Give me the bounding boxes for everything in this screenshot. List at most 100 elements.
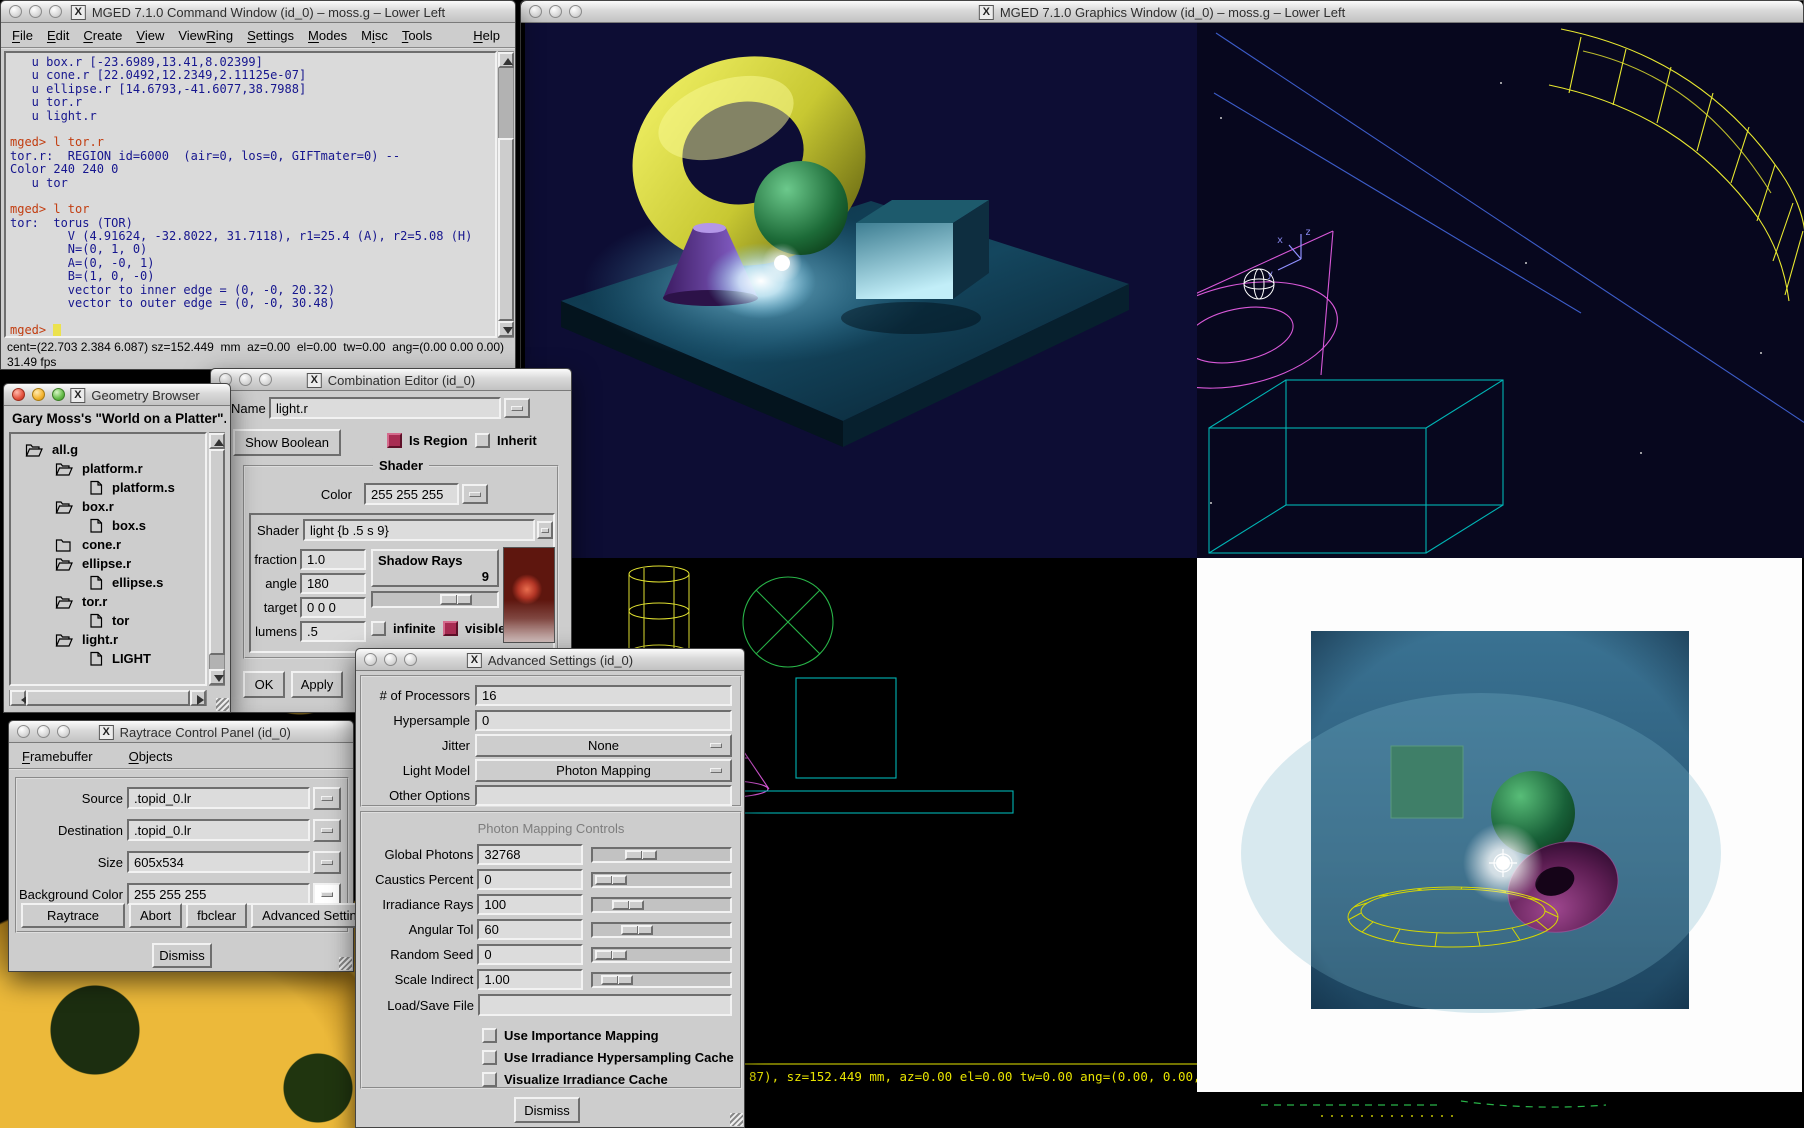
field-entry[interactable]: .topid_0.lr bbox=[127, 819, 310, 841]
menu-misc[interactable]: Misc bbox=[354, 28, 395, 43]
scroll-right-arrow[interactable] bbox=[190, 690, 206, 706]
field-entry[interactable]: 0 bbox=[477, 869, 582, 890]
infinite-checkbox[interactable]: infinite bbox=[371, 621, 436, 636]
is-region-checkbox[interactable]: Is Region bbox=[387, 433, 468, 448]
menu-tools[interactable]: Tools bbox=[395, 28, 439, 43]
scrollbar-thumb[interactable] bbox=[26, 690, 190, 706]
field-slider[interactable] bbox=[591, 922, 732, 938]
slider-thumb[interactable] bbox=[595, 875, 627, 885]
tree-item-platform-r[interactable]: platform.r bbox=[11, 459, 205, 478]
minimize-button[interactable] bbox=[239, 373, 252, 386]
scroll-down-arrow[interactable] bbox=[498, 321, 514, 337]
slider-thumb[interactable] bbox=[595, 950, 627, 960]
field-entry[interactable]: 255 255 255 bbox=[127, 883, 310, 905]
close-button[interactable] bbox=[17, 725, 30, 738]
field-entry[interactable]: 0 bbox=[475, 710, 732, 731]
menu-file[interactable]: File bbox=[5, 28, 40, 43]
field-entry[interactable]: 100 bbox=[477, 894, 582, 915]
scroll-up-arrow[interactable] bbox=[498, 52, 514, 68]
field-entry[interactable]: 605x534 bbox=[127, 851, 310, 873]
slider-thumb[interactable] bbox=[440, 594, 472, 605]
close-button[interactable] bbox=[364, 653, 377, 666]
field-slider[interactable] bbox=[591, 847, 732, 863]
field-slider[interactable] bbox=[591, 872, 732, 888]
color-menu-button[interactable] bbox=[462, 484, 488, 504]
scrollbar-thumb[interactable] bbox=[209, 449, 225, 655]
zoom-button[interactable] bbox=[259, 373, 272, 386]
button-raytrace[interactable]: Raytrace bbox=[21, 903, 125, 928]
tree-item-light-r[interactable]: light.r bbox=[11, 630, 205, 649]
scrollbar-thumb[interactable] bbox=[498, 138, 514, 321]
menu-create[interactable]: Create bbox=[76, 28, 129, 43]
zoom-button[interactable] bbox=[49, 5, 62, 18]
zoom-button[interactable] bbox=[404, 653, 417, 666]
ok-button[interactable]: OK bbox=[243, 671, 285, 698]
field-option-menu[interactable]: None bbox=[475, 734, 732, 757]
resize-grip[interactable] bbox=[730, 1113, 743, 1126]
checkbox-use-irradiance-hypersampling-cache[interactable]: Use Irradiance Hypersampling Cache bbox=[482, 1046, 740, 1068]
menu-help[interactable]: Help bbox=[466, 28, 507, 43]
field-slider[interactable] bbox=[591, 897, 732, 913]
raytrace-titlebar[interactable]: X Raytrace Control Panel (id_0) bbox=[9, 721, 353, 743]
checkbox-use-importance-mapping[interactable]: Use Importance Mapping bbox=[482, 1024, 740, 1046]
field-entry[interactable]: 1.0 bbox=[300, 549, 366, 570]
menu-settings[interactable]: Settings bbox=[240, 28, 301, 43]
tree-item-LIGHT[interactable]: LIGHT bbox=[11, 649, 205, 668]
minimize-button[interactable] bbox=[32, 388, 45, 401]
geometry-browser-titlebar[interactable]: X Geometry Browser bbox=[4, 384, 230, 406]
button-fbclear[interactable]: fbclear bbox=[186, 903, 247, 928]
shader-menu-button[interactable] bbox=[537, 521, 553, 539]
tree-item-cone-r[interactable]: cone.r bbox=[11, 535, 205, 554]
minimize-button[interactable] bbox=[29, 5, 42, 18]
zoom-button[interactable] bbox=[57, 725, 70, 738]
field-entry[interactable] bbox=[475, 785, 732, 806]
shadow-rays-slider[interactable] bbox=[371, 591, 499, 608]
advanced-settings-titlebar[interactable]: X Advanced Settings (id_0) bbox=[356, 649, 744, 671]
minimize-button[interactable] bbox=[549, 5, 562, 18]
slider-thumb[interactable] bbox=[612, 900, 644, 910]
slider-thumb[interactable] bbox=[625, 850, 657, 860]
tree-item-ellipse-r[interactable]: ellipse.r bbox=[11, 554, 205, 573]
field-menu-button[interactable] bbox=[313, 819, 341, 842]
command-titlebar[interactable]: X MGED 7.1.0 Command Window (id_0) – mos… bbox=[1, 1, 515, 23]
tree-vscrollbar[interactable] bbox=[209, 432, 225, 686]
inherit-checkbox[interactable]: Inherit bbox=[475, 433, 537, 448]
field-slider[interactable] bbox=[591, 972, 732, 988]
field-entry[interactable]: 1.00 bbox=[477, 969, 582, 990]
tree-item-platform-s[interactable]: platform.s bbox=[11, 478, 205, 497]
combination-editor-titlebar[interactable]: X Combination Editor (id_0) bbox=[211, 369, 571, 391]
field-slider[interactable] bbox=[591, 947, 732, 963]
tree-item-box-r[interactable]: box.r bbox=[11, 497, 205, 516]
tree-hscrollbar[interactable] bbox=[9, 690, 207, 706]
minimize-button[interactable] bbox=[37, 725, 50, 738]
terminal-scrollbar[interactable] bbox=[498, 51, 514, 338]
name-menu-button[interactable] bbox=[504, 398, 530, 418]
zoom-button[interactable] bbox=[52, 388, 65, 401]
field-entry[interactable]: 0 bbox=[477, 944, 582, 965]
field-entry[interactable]: 0 0 0 bbox=[300, 597, 366, 618]
field-entry[interactable]: 180 bbox=[300, 573, 366, 594]
resize-grip[interactable] bbox=[216, 698, 229, 711]
tree-item-tor-r[interactable]: tor.r bbox=[11, 592, 205, 611]
tree-item-tor[interactable]: tor bbox=[11, 611, 205, 630]
scroll-up-arrow[interactable] bbox=[209, 433, 225, 449]
menu-viewring[interactable]: ViewRing bbox=[171, 28, 240, 43]
dismiss-button[interactable]: Dismiss bbox=[152, 943, 212, 968]
scroll-down-arrow[interactable] bbox=[209, 669, 225, 685]
checkbox-visualize-irradiance-cache[interactable]: Visualize Irradiance Cache bbox=[482, 1068, 740, 1090]
field-entry[interactable]: 60 bbox=[477, 919, 582, 940]
tree-item-all-g[interactable]: all.g bbox=[11, 440, 205, 459]
field-option-menu[interactable]: Photon Mapping bbox=[475, 759, 732, 782]
field-entry[interactable]: 32768 bbox=[477, 844, 582, 865]
field-entry[interactable]: .5 bbox=[300, 621, 366, 642]
zoom-button[interactable] bbox=[569, 5, 582, 18]
name-entry[interactable]: light.r bbox=[269, 397, 501, 419]
field-entry[interactable]: .topid_0.lr bbox=[127, 787, 310, 809]
field-entry[interactable]: 16 bbox=[475, 685, 732, 706]
menu-framebuffer[interactable]: Framebuffer bbox=[15, 749, 100, 764]
minimize-button[interactable] bbox=[384, 653, 397, 666]
menu-objects[interactable]: Objects bbox=[122, 749, 180, 764]
menu-edit[interactable]: Edit bbox=[40, 28, 76, 43]
apply-button[interactable]: Apply bbox=[291, 671, 343, 698]
visible-checkbox[interactable]: visible bbox=[443, 621, 505, 636]
